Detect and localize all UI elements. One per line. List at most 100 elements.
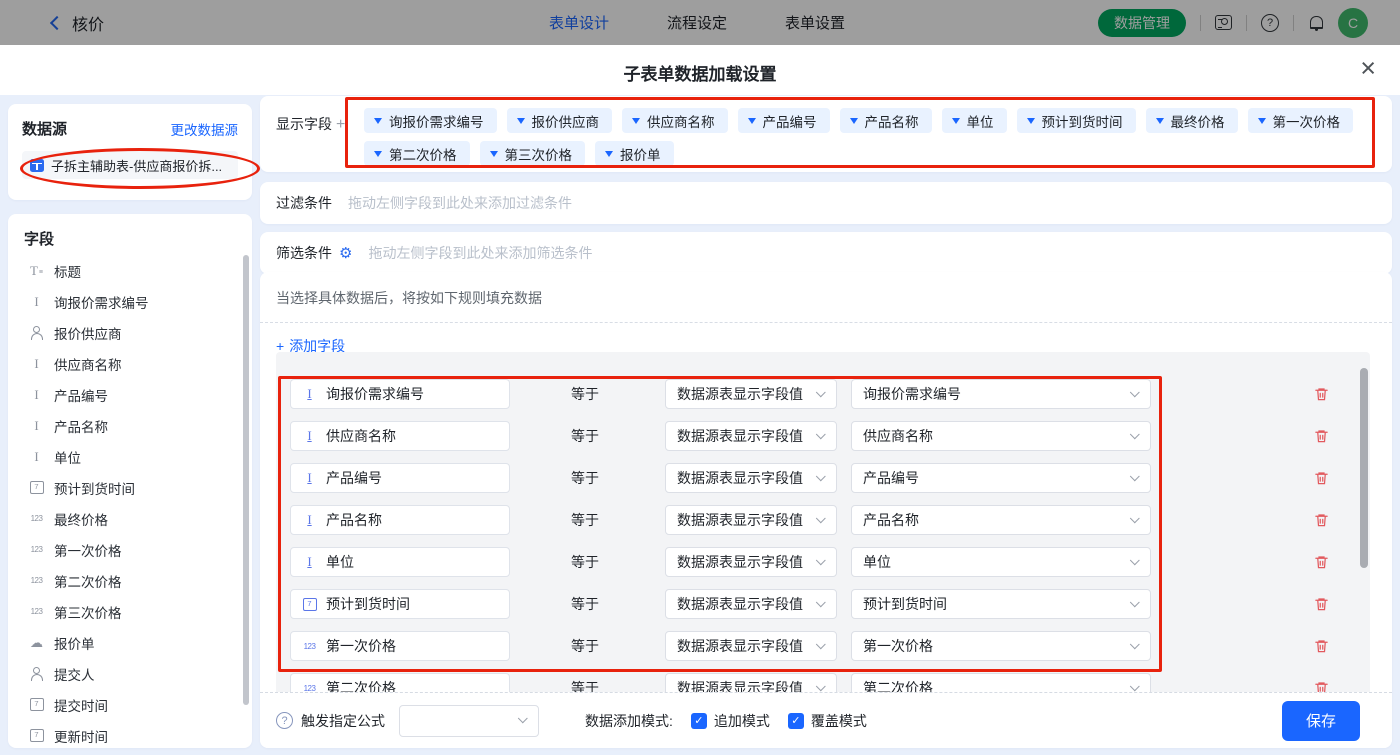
- rule-field-box[interactable]: 单位: [290, 547, 510, 577]
- filter-condition-card[interactable]: 过滤条件 拖动左侧字段到此处来添加过滤条件: [260, 182, 1392, 224]
- delete-row-button[interactable]: [1312, 427, 1330, 445]
- rules-hint-text: 当选择具体数据后，将按如下规则填充数据: [276, 288, 1392, 308]
- chip-unit[interactable]: 单位: [942, 108, 1007, 133]
- tab-form-design[interactable]: 表单设计: [549, 12, 609, 33]
- delete-row-button[interactable]: [1312, 553, 1330, 571]
- chip-quote-supplier[interactable]: 报价供应商: [507, 108, 613, 133]
- chevron-down-icon: [1130, 471, 1140, 481]
- number-field-icon: [301, 684, 318, 693]
- chip-inquiry-no[interactable]: 询报价需求编号: [364, 108, 497, 133]
- field-item-final-price[interactable]: 最终价格: [24, 503, 236, 534]
- data-manage-button[interactable]: 数据管理: [1098, 9, 1186, 37]
- delete-row-button[interactable]: [1312, 469, 1330, 487]
- field-item-third-price[interactable]: 第三次价格: [24, 596, 236, 627]
- source-field-select[interactable]: 询报价需求编号: [851, 379, 1151, 409]
- field-item-first-price[interactable]: 第一次价格: [24, 534, 236, 565]
- rule-field-box[interactable]: 产品名称: [290, 505, 510, 535]
- rule-field-box[interactable]: 第二次价格: [290, 673, 510, 692]
- contacts-icon[interactable]: [1215, 15, 1232, 30]
- rule-field-box[interactable]: 询报价需求编号: [290, 379, 510, 409]
- datasource-selected-item[interactable]: 子拆主辅助表-供应商报价拆...: [22, 151, 238, 179]
- delete-row-button[interactable]: [1312, 595, 1330, 613]
- field-item-quote-supplier[interactable]: 报价供应商: [24, 317, 236, 348]
- field-item-second-price[interactable]: 第二次价格: [24, 565, 236, 596]
- overwrite-mode-checkbox[interactable]: ✓ 覆盖模式: [788, 711, 867, 731]
- chevron-down-icon: [816, 387, 826, 397]
- trigger-formula-select[interactable]: [399, 705, 539, 737]
- source-field-select[interactable]: 预计到货时间: [851, 589, 1151, 619]
- field-item-eta[interactable]: 预计到货时间: [24, 472, 236, 503]
- add-display-field-button[interactable]: +: [336, 116, 345, 133]
- chip-eta[interactable]: 预计到货时间: [1017, 108, 1136, 133]
- source-type-select[interactable]: 数据源表显示字段值: [665, 379, 837, 409]
- source-type-select[interactable]: 数据源表显示字段值: [665, 505, 837, 535]
- user-avatar[interactable]: C: [1338, 8, 1368, 38]
- chevron-down-icon: [632, 118, 640, 124]
- chip-first-price[interactable]: 第一次价格: [1248, 108, 1354, 133]
- source-type-select[interactable]: 数据源表显示字段值: [665, 673, 837, 692]
- field-item-submit-time[interactable]: 提交时间: [24, 689, 236, 720]
- notification-bell-icon[interactable]: [1308, 15, 1324, 31]
- field-item-product-no[interactable]: 产品编号: [24, 379, 236, 410]
- tab-flow-settings[interactable]: 流程设定: [667, 12, 727, 33]
- source-type-select[interactable]: 数据源表显示字段值: [665, 589, 837, 619]
- help-circle-icon[interactable]: ?: [276, 712, 293, 729]
- sidebar-scrollbar[interactable]: [243, 255, 249, 705]
- source-field-select[interactable]: 第一次价格: [851, 631, 1151, 661]
- delete-row-button[interactable]: [1312, 679, 1330, 692]
- field-item-inquiry-no[interactable]: 询报价需求编号: [24, 286, 236, 317]
- operator-label: 等于: [510, 426, 660, 446]
- trash-icon: [1314, 386, 1329, 402]
- rule-field-box[interactable]: 供应商名称: [290, 421, 510, 451]
- delete-row-button[interactable]: [1312, 637, 1330, 655]
- number-field-icon: [28, 545, 45, 554]
- rule-field-box[interactable]: 第一次价格: [290, 631, 510, 661]
- append-mode-checkbox[interactable]: ✓ 追加模式: [691, 711, 770, 731]
- source-field-select[interactable]: 产品编号: [851, 463, 1151, 493]
- field-item-product-name[interactable]: 产品名称: [24, 410, 236, 441]
- rule-row: 产品编号 等于 数据源表显示字段值 产品编号: [290, 463, 1356, 493]
- chip-final-price[interactable]: 最终价格: [1146, 108, 1238, 133]
- source-field-select[interactable]: 产品名称: [851, 505, 1151, 535]
- chip-second-price[interactable]: 第二次价格: [364, 141, 470, 166]
- close-icon[interactable]: ×: [1360, 51, 1376, 85]
- change-datasource-link[interactable]: 更改数据源: [171, 119, 239, 139]
- chip-product-name[interactable]: 产品名称: [840, 108, 932, 133]
- source-type-select[interactable]: 数据源表显示字段值: [665, 421, 837, 451]
- chip-quote-sheet[interactable]: 报价单: [595, 141, 674, 166]
- field-item-update-time[interactable]: 更新时间: [24, 720, 236, 748]
- delete-row-button[interactable]: [1312, 385, 1330, 403]
- field-item-submitter[interactable]: 提交人: [24, 658, 236, 689]
- fill-rules-card: 当选择具体数据后，将按如下规则填充数据 +添加字段 询报价需求编号 等于 数据源…: [260, 272, 1392, 748]
- save-button[interactable]: 保存: [1282, 701, 1360, 741]
- source-field-select[interactable]: 单位: [851, 547, 1151, 577]
- field-item-supplier-name[interactable]: 供应商名称: [24, 348, 236, 379]
- field-item-unit[interactable]: 单位: [24, 441, 236, 472]
- back-button[interactable]: 核价: [52, 11, 104, 35]
- rule-field-box[interactable]: 预计到货时间: [290, 589, 510, 619]
- text-field-icon: [301, 512, 318, 528]
- screen-condition-card[interactable]: 筛选条件 ⚙ 拖动左侧字段到此处来添加筛选条件: [260, 232, 1392, 274]
- source-type-select[interactable]: 数据源表显示字段值: [665, 631, 837, 661]
- chip-supplier-name[interactable]: 供应商名称: [622, 108, 728, 133]
- text-field-icon: [301, 428, 318, 444]
- field-item-quote-sheet[interactable]: 报价单: [24, 627, 236, 658]
- chip-third-price[interactable]: 第三次价格: [480, 141, 586, 166]
- source-type-select[interactable]: 数据源表显示字段值: [665, 547, 837, 577]
- rule-field-box[interactable]: 产品编号: [290, 463, 510, 493]
- help-icon[interactable]: ?: [1261, 14, 1279, 32]
- chip-product-no[interactable]: 产品编号: [738, 108, 830, 133]
- display-fields-label: 显示字段+: [276, 114, 354, 164]
- field-item-title[interactable]: 标题: [24, 255, 236, 286]
- gear-icon[interactable]: ⚙: [339, 244, 352, 262]
- source-type-select[interactable]: 数据源表显示字段值: [665, 463, 837, 493]
- number-field-icon: [28, 607, 45, 616]
- source-field-select[interactable]: 第二次价格: [851, 673, 1151, 692]
- rules-panel-scrollbar[interactable]: [1360, 368, 1368, 568]
- delete-row-button[interactable]: [1312, 511, 1330, 529]
- tab-form-settings[interactable]: 表单设置: [785, 12, 845, 33]
- person-field-icon: [28, 326, 45, 340]
- rule-row: 预计到货时间 等于 数据源表显示字段值 预计到货时间: [290, 589, 1356, 619]
- rule-row: 产品名称 等于 数据源表显示字段值 产品名称: [290, 505, 1356, 535]
- source-field-select[interactable]: 供应商名称: [851, 421, 1151, 451]
